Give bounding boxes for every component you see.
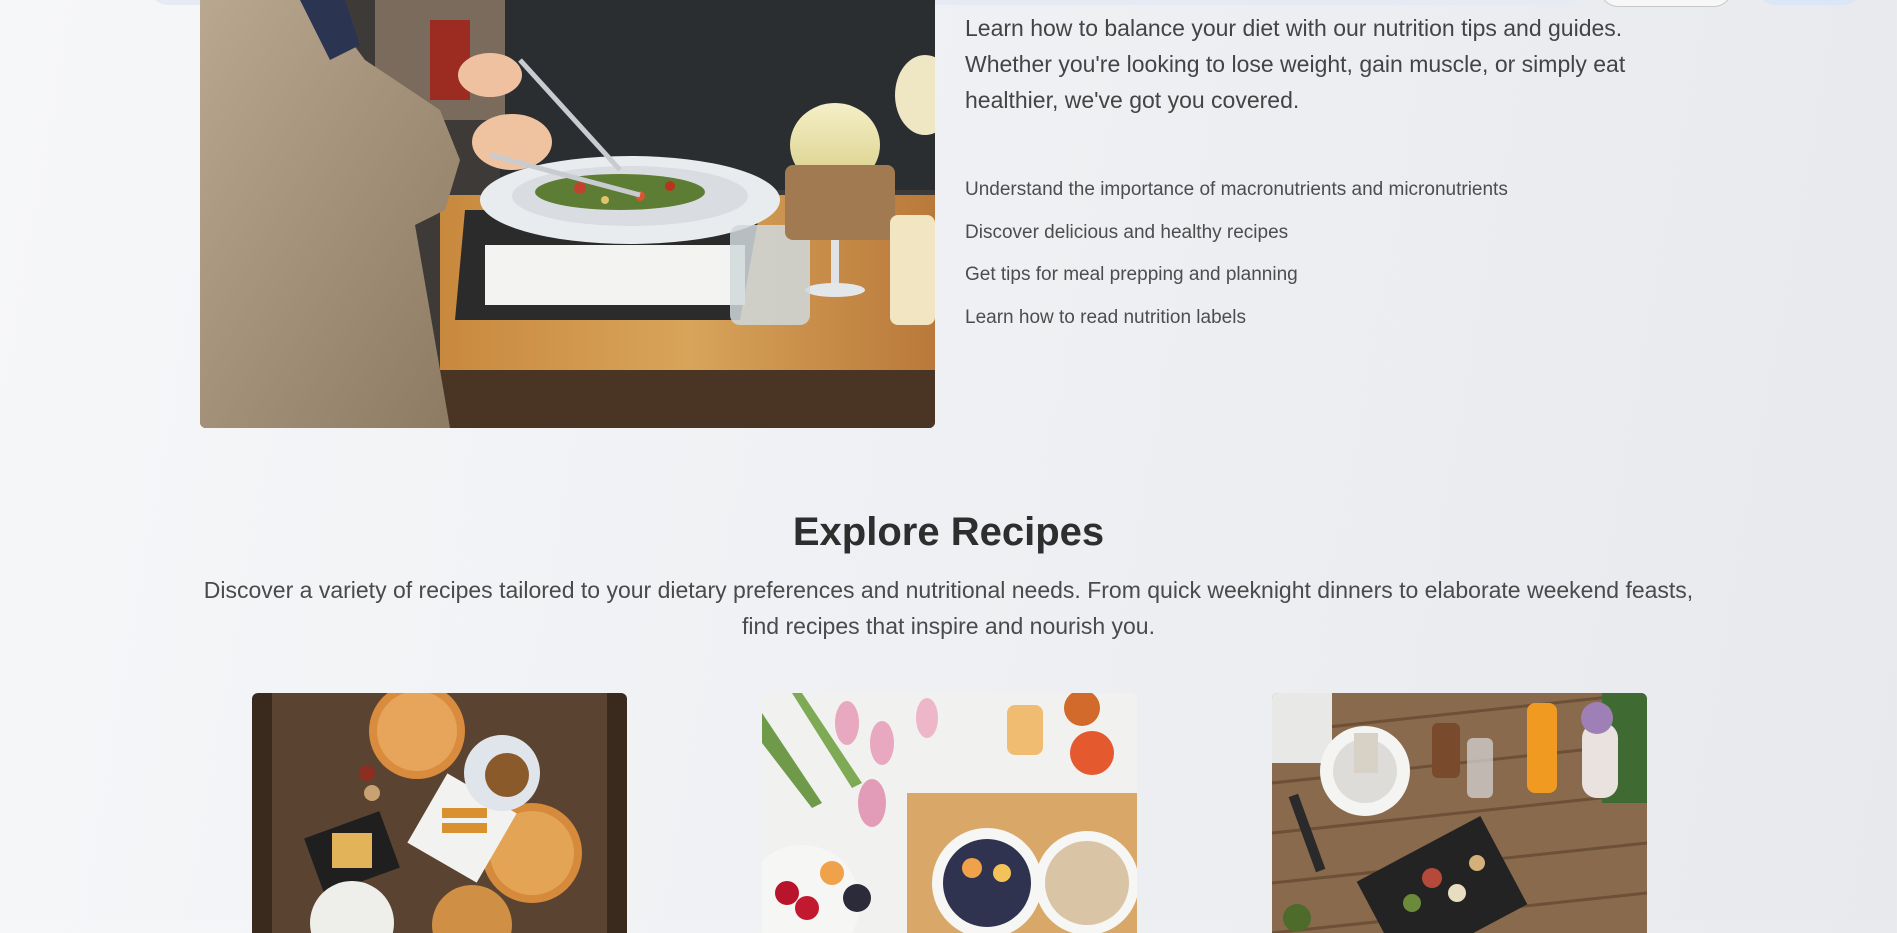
list-item: Learn how to read nutrition labels: [965, 306, 1246, 328]
nutrition-hero-photo: [200, 0, 935, 428]
outdoor-table-photo: [1272, 693, 1647, 933]
nutrition-intro-text: Learn how to balance your diet with our …: [965, 15, 1626, 113]
nutrition-tips-list: Understand the importance of macronutrie…: [965, 176, 1508, 346]
nav-primary-button[interactable]: [1758, 0, 1861, 5]
section-description: Discover a variety of recipes tailored t…: [203, 577, 1694, 639]
recipe-card-pizza[interactable]: [252, 693, 627, 933]
recipe-card-outdoor-table[interactable]: [1272, 693, 1647, 933]
breakfast-bowls-photo: [762, 693, 1137, 933]
list-item: Get tips for meal prepping and planning: [965, 264, 1298, 285]
recipe-card-breakfast[interactable]: [762, 693, 1137, 933]
list-item: Understand the importance of macronutrie…: [965, 179, 1508, 200]
nav-outline-button[interactable]: [1600, 0, 1732, 7]
pizza-feast-photo: [252, 693, 627, 933]
section-title: Explore Recipes: [792, 510, 1105, 554]
list-item: Discover delicious and healthy recipes: [965, 221, 1289, 243]
